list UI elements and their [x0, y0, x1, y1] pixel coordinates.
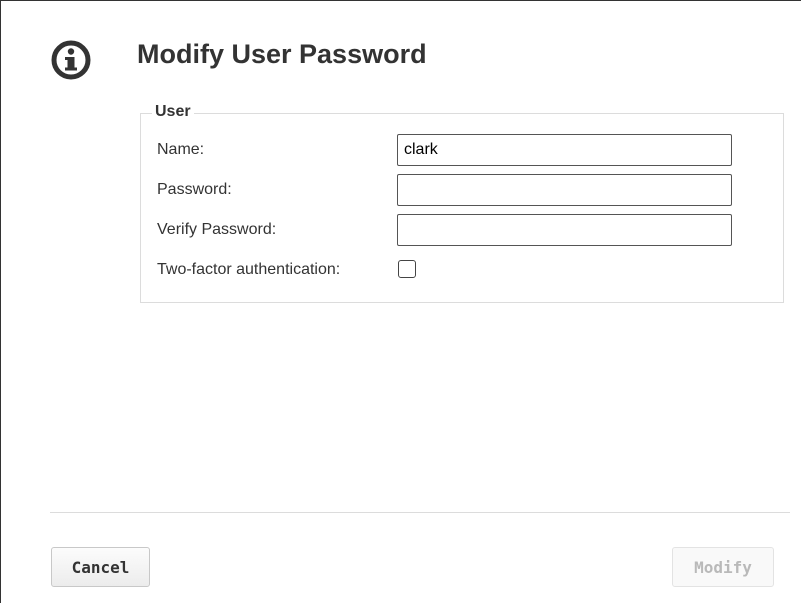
- info-icon: [51, 40, 91, 80]
- password-input[interactable]: [397, 174, 732, 206]
- two-factor-checkbox[interactable]: [398, 260, 416, 278]
- verify-password-input[interactable]: [397, 214, 732, 246]
- user-fieldset: User Name: Password: Verify Password: Tw…: [140, 103, 784, 303]
- dialog-title: Modify User Password: [137, 39, 427, 69]
- modify-button[interactable]: Modify: [672, 547, 774, 587]
- name-input[interactable]: [397, 134, 732, 166]
- cancel-button[interactable]: Cancel: [51, 547, 150, 587]
- modify-password-dialog: Modify User Password User Name: Password…: [0, 0, 801, 603]
- password-label: Password:: [157, 181, 232, 198]
- name-label: Name:: [157, 141, 205, 158]
- two-factor-label: Two-factor authentication:: [157, 261, 341, 278]
- user-legend: User: [152, 103, 194, 121]
- verify-password-label: Verify Password:: [157, 221, 277, 238]
- footer-divider: [50, 512, 790, 513]
